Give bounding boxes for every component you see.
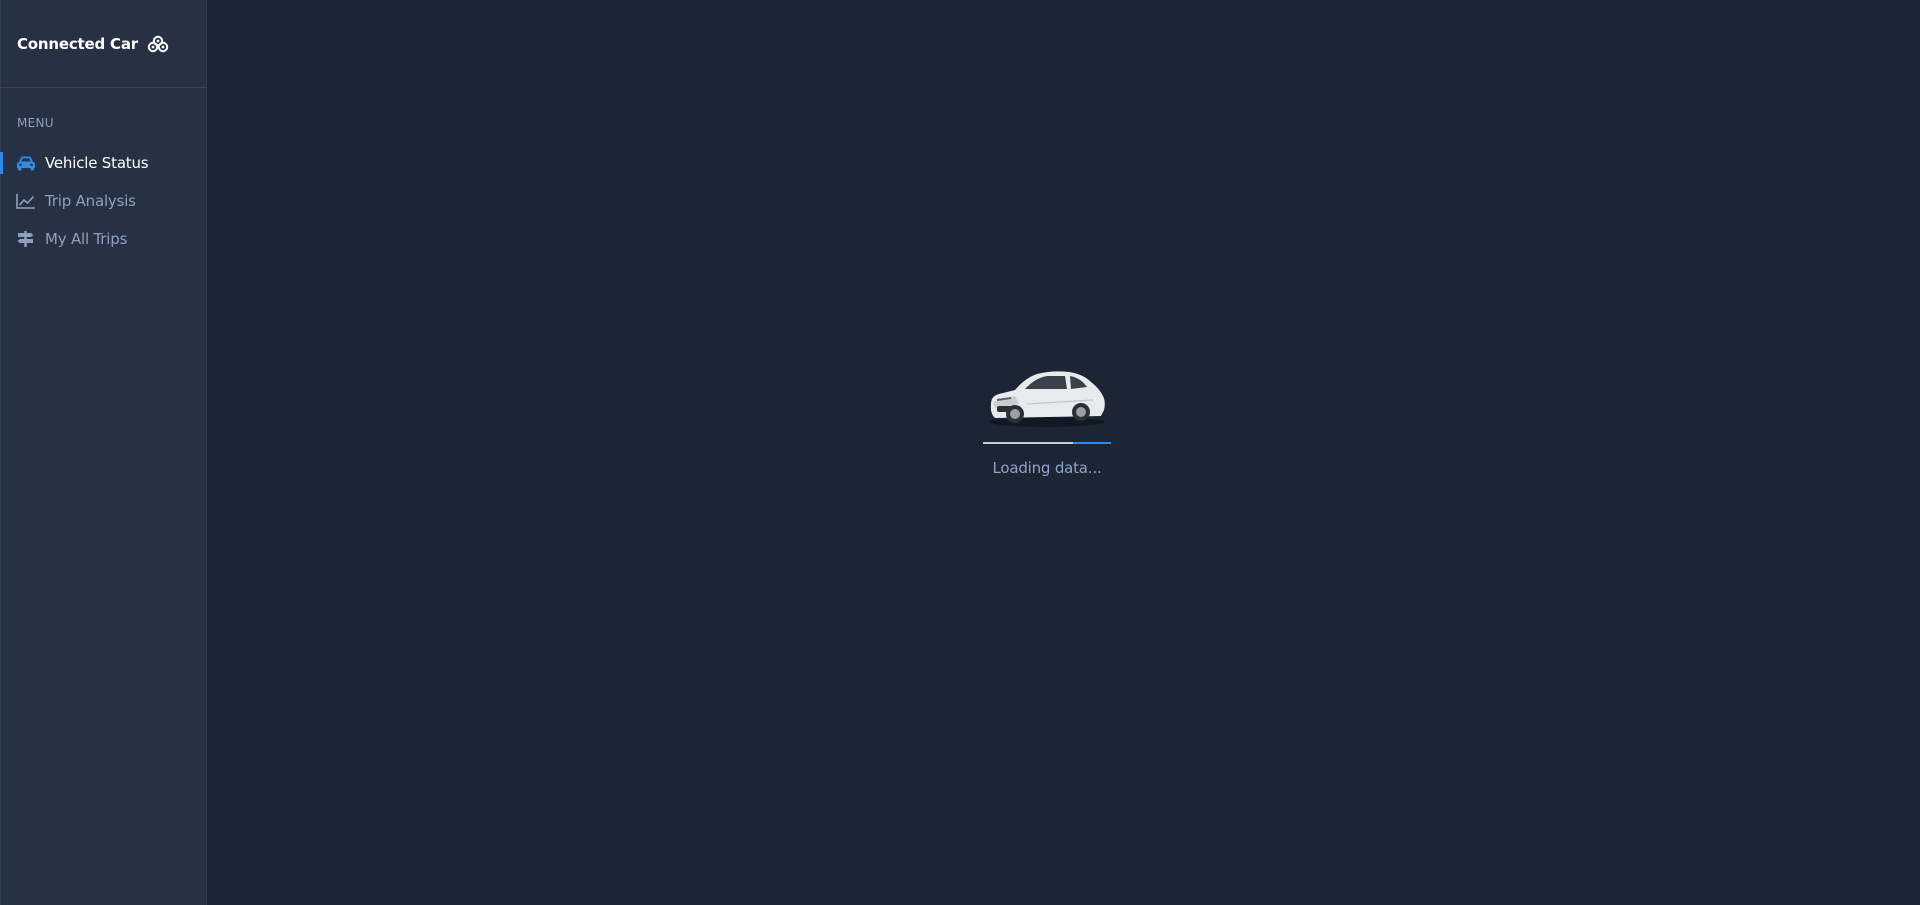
car-image [985,360,1109,430]
loading-progress-fill [1072,442,1111,444]
loading-indicator: Loading data... [982,360,1112,477]
sidebar-item-label: My All Trips [45,230,128,248]
car-icon [16,155,36,171]
signpost-icon [16,231,36,247]
sidebar-item-label: Trip Analysis [45,192,136,210]
loading-progress-bar [983,442,1111,444]
sidebar-item-my-all-trips[interactable]: My All Trips [1,220,206,258]
sidebar-item-vehicle-status[interactable]: Vehicle Status [0,144,206,182]
line-chart-icon [16,193,36,209]
app-shell: Connected Car MENU Vehicle Status Trip A… [0,0,1920,905]
brand-header[interactable]: Connected Car [1,0,206,88]
app-title: Connected Car [17,34,138,53]
sidebar: Connected Car MENU Vehicle Status Trip A… [0,0,207,905]
main-content: Loading data... [207,0,1920,905]
loading-text: Loading data... [992,459,1102,477]
sidebar-item-label: Vehicle Status [45,154,149,172]
cloud-network-icon [147,34,169,54]
sidebar-nav: Vehicle Status Trip Analysis My All Trip… [0,144,206,258]
menu-heading: MENU [17,116,54,130]
sidebar-item-trip-analysis[interactable]: Trip Analysis [1,182,206,220]
